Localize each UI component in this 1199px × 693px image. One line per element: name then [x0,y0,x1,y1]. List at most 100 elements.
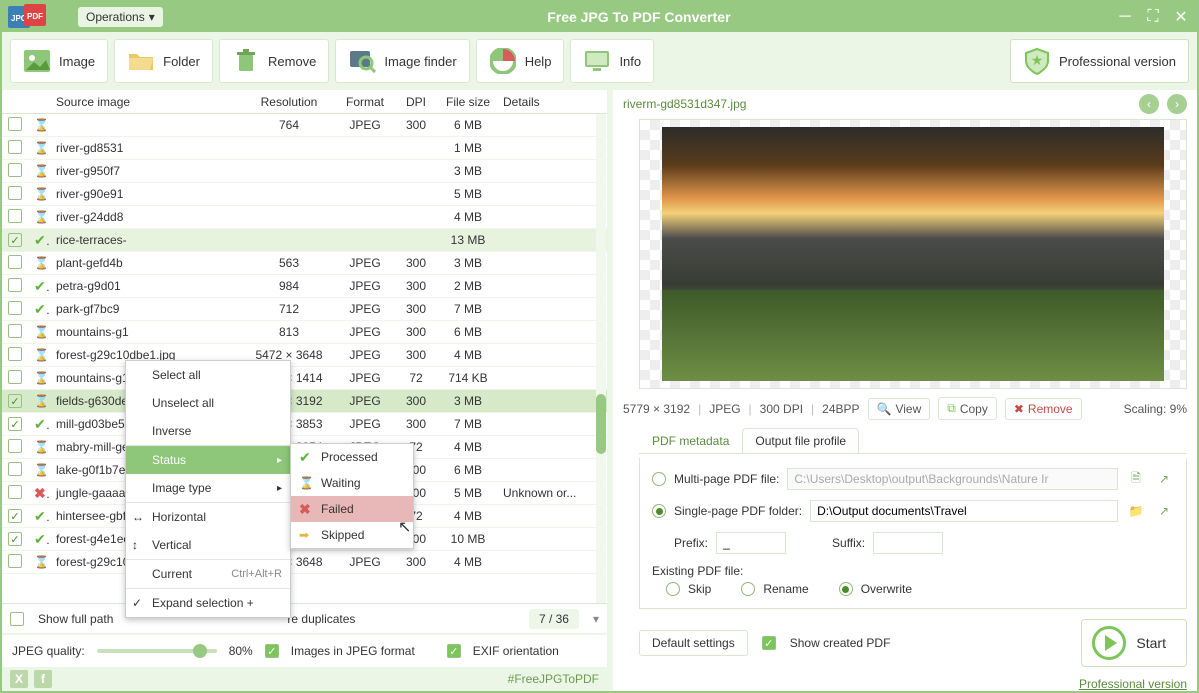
row-checkbox[interactable] [8,117,22,131]
info-button[interactable]: Info [570,39,654,83]
prev-image-button[interactable]: ‹ [1139,94,1159,114]
row-checkbox[interactable]: ✓ [8,417,22,431]
submenu-failed[interactable]: ✖Failed [291,496,413,522]
table-row[interactable]: ⌛mountains-g1813JPEG3006 MB [2,321,607,344]
single-page-path-input[interactable] [810,500,1118,522]
open-external-icon[interactable]: ↗ [1154,501,1174,521]
row-checkbox[interactable]: ✓ [8,233,22,247]
remove-preview-button[interactable]: ✖Remove [1005,398,1082,420]
prefix-input[interactable] [716,532,786,554]
close-button[interactable]: ✕ [1171,7,1191,27]
table-row[interactable]: ⌛plant-gefd4b563JPEG3003 MB [2,252,607,275]
row-checkbox[interactable] [8,186,22,200]
pro-version-link[interactable]: Professional version [613,677,1187,691]
scrollbar-thumb[interactable] [596,394,606,454]
row-checkbox[interactable] [8,439,22,453]
row-checkbox[interactable] [8,209,22,223]
table-row[interactable]: ✓⌛fields-g630de9336.jpg5779 × 3192JPEG30… [2,390,607,413]
row-checkbox[interactable] [8,347,22,361]
table-row[interactable]: ⌛forest-g29c10dbe1.jpg5472 × 3648JPEG300… [2,344,607,367]
tab-pdf-metadata[interactable]: PDF metadata [639,428,742,453]
menu-select-all[interactable]: Select all [126,361,290,389]
twitter-icon[interactable]: X [10,670,28,688]
table-row[interactable]: ⌛river-g90e915 MB [2,183,607,206]
operations-menu[interactable]: Operations ▾ [78,7,163,27]
add-folder-button[interactable]: Folder [114,39,213,83]
row-checkbox[interactable] [8,324,22,338]
table-row[interactable]: ✓✔mill-gd03be5ebe.jpg5782 × 3853JPEG3007… [2,413,607,436]
th-filesize[interactable]: File size [439,95,497,109]
menu-vertical[interactable]: ↕Vertical [126,531,290,559]
table-row[interactable]: ⌛forest-g29c10dbe1.jpg5472 × 3648JPEG300… [2,551,607,574]
row-checkbox[interactable]: ✓ [8,532,22,546]
row-checkbox[interactable]: ✓ [8,509,22,523]
jpeg-quality-slider[interactable] [97,649,217,653]
single-page-radio[interactable] [652,504,666,518]
menu-current[interactable]: CurrentCtrl+Alt+R [126,559,290,588]
remove-button[interactable]: Remove [219,39,329,83]
image-finder-button[interactable]: Image finder [335,39,469,83]
table-row[interactable]: ✔petra-g9d01984JPEG3002 MB [2,275,607,298]
slider-knob[interactable] [193,644,207,658]
table-row[interactable]: ⌛764JPEG3006 MB [2,114,607,137]
help-button[interactable]: Help [476,39,565,83]
facebook-icon[interactable]: f [34,670,52,688]
row-checkbox[interactable] [8,370,22,384]
chevron-down-icon[interactable]: ▾ [593,612,599,626]
default-settings-button[interactable]: Default settings [639,630,748,656]
th-dpi[interactable]: DPI [393,95,439,109]
submenu-skipped[interactable]: ➡Skipped [291,522,413,548]
th-source[interactable]: Source image [50,95,241,109]
row-checkbox[interactable]: ✓ [8,394,22,408]
row-checkbox[interactable] [8,485,22,499]
exif-checkbox[interactable]: ✓ [447,644,461,658]
start-button[interactable]: Start [1081,619,1187,667]
row-checkbox[interactable] [8,462,22,476]
table-row[interactable]: ⌛river-gd85311 MB [2,137,607,160]
browse-folder-icon[interactable]: 📁 [1126,501,1146,521]
menu-unselect-all[interactable]: Unselect all [126,389,290,417]
th-format[interactable]: Format [337,95,393,109]
pro-version-button[interactable]: ★Professional version [1010,39,1189,83]
menu-status[interactable]: Status▸ [126,445,290,474]
scrollbar-track[interactable] [596,114,606,603]
menu-horizontal[interactable]: ↔Horizontal [126,502,290,531]
table-row[interactable]: ⌛river-g950f73 MB [2,160,607,183]
submenu-processed[interactable]: ✔Processed [291,444,413,470]
show-created-checkbox[interactable]: ✓ [762,636,776,650]
row-checkbox[interactable] [8,163,22,177]
copy-button[interactable]: ⧉Copy [938,397,997,420]
multi-page-radio[interactable] [652,472,666,486]
menu-inverse[interactable]: Inverse [126,417,290,445]
row-checkbox[interactable] [8,554,22,568]
th-resolution[interactable]: Resolution [241,95,337,109]
open-external-icon[interactable]: ↗ [1154,469,1174,489]
menu-image-type[interactable]: Image type▸ [126,474,290,502]
existing-skip-radio[interactable] [666,582,680,596]
table-row[interactable]: ⌛mountains-g1b5612b67.jpg2200 × 1414JPEG… [2,367,607,390]
submenu-waiting[interactable]: ⌛Waiting [291,470,413,496]
browse-file-icon[interactable]: 🗎 [1126,469,1146,489]
view-button[interactable]: 🔍View [868,398,931,420]
table-row[interactable]: ✔park-gf7bc9712JPEG3007 MB [2,298,607,321]
maximize-button[interactable]: ⛶ [1143,7,1163,27]
row-checkbox[interactable] [8,301,22,315]
suffix-input[interactable] [873,532,943,554]
row-checkbox[interactable] [8,140,22,154]
left-footer: Show full path re duplicates 7 / 36 ▾ [2,603,607,633]
menu-expand-selection[interactable]: ✓Expand selection + [126,588,290,617]
row-checkbox[interactable] [8,278,22,292]
multi-page-path-input[interactable] [787,468,1118,490]
row-checkbox[interactable] [8,255,22,269]
next-image-button[interactable]: › [1167,94,1187,114]
table-row[interactable]: ✓✔rice-terraces-13 MB [2,229,607,252]
images-jpeg-checkbox[interactable]: ✓ [265,644,279,658]
tab-output-profile[interactable]: Output file profile [742,428,859,453]
add-image-button[interactable]: Image [10,39,108,83]
table-row[interactable]: ⌛river-g24dd84 MB [2,206,607,229]
show-full-path-checkbox[interactable] [10,612,24,626]
th-details[interactable]: Details [497,95,607,109]
existing-overwrite-radio[interactable] [839,582,853,596]
existing-rename-radio[interactable] [741,582,755,596]
minimize-button[interactable]: ─ [1115,7,1135,27]
